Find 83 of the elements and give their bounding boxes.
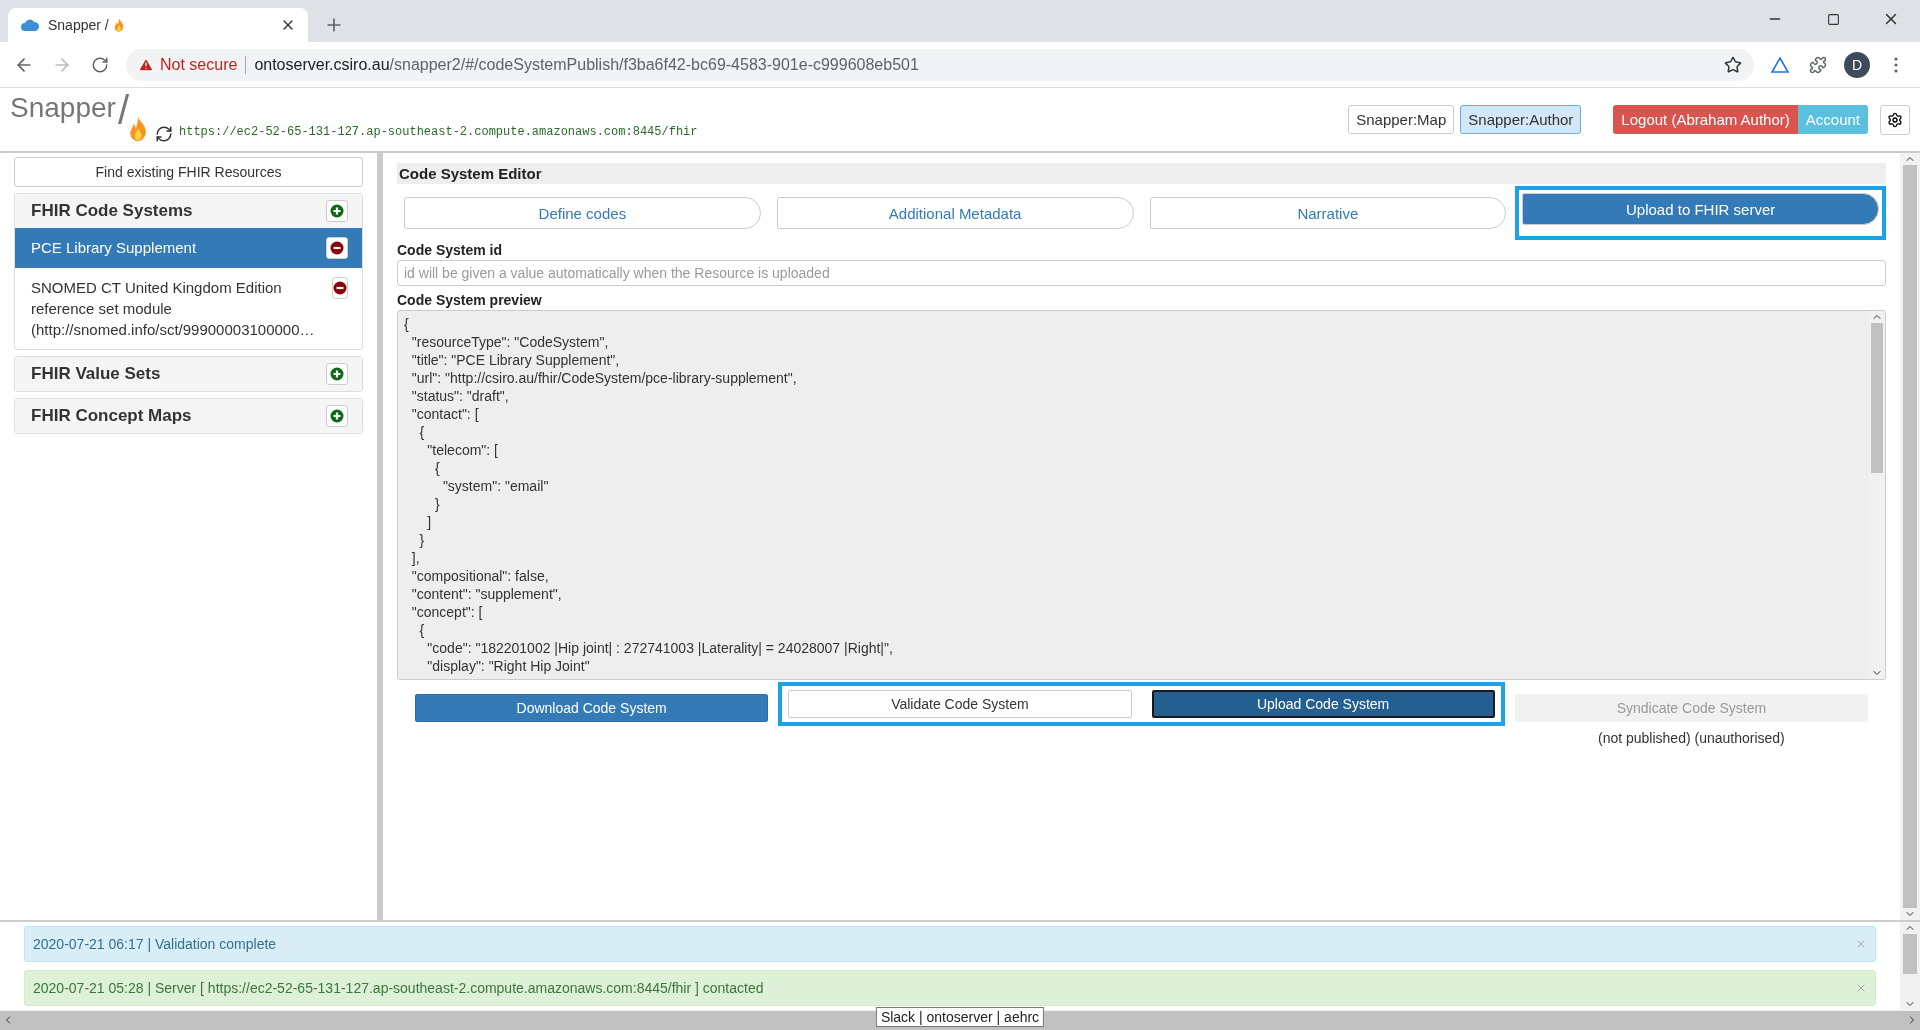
minus-circle-icon	[333, 281, 347, 295]
scrollbar[interactable]	[1869, 311, 1885, 679]
triangle-icon[interactable]	[1771, 56, 1789, 73]
preview-line: {	[418, 423, 426, 441]
panel-title: FHIR Value Sets	[31, 364, 161, 384]
restore-icon[interactable]	[1826, 12, 1840, 26]
preview-line: }	[418, 531, 426, 549]
nav-button[interactable]: Snapper:Map	[1348, 105, 1455, 134]
notification-text: 2020-07-21 06:17 | Validation complete	[33, 936, 277, 952]
link-tooltip: Slack | ontoserver | aehrc	[875, 1007, 1045, 1027]
scrollbar-thumb[interactable]	[1871, 323, 1883, 473]
menu-icon[interactable]	[1894, 56, 1898, 73]
scrollbar[interactable]	[1900, 153, 1920, 920]
preview-line: "compositional": false,	[410, 567, 550, 585]
star-icon[interactable]	[1724, 55, 1742, 74]
reload-icon[interactable]	[91, 55, 109, 74]
profile-avatar[interactable]: D	[1844, 51, 1870, 78]
server-url: https://ec2-52-65-131-127.ap-southeast-2.compute.amazonaws.com:8445/fhir	[179, 125, 698, 139]
security-label: Not secure	[160, 55, 238, 74]
scrollbar-thumb[interactable]	[1903, 934, 1917, 974]
preview-line: ]	[426, 513, 433, 531]
address-bar[interactable]: Not secure ontoserver.csiro.au/snapper2/#/codeSystemPublish/f3ba6f42-bc69-4583-901e-c999608eb501	[126, 48, 1754, 81]
editor-tab[interactable]: Narrative	[1149, 197, 1507, 229]
field-label: Code System preview	[397, 292, 543, 308]
preview-line: {	[434, 459, 441, 477]
sidebar-item[interactable]: SNOMED CT United Kingdom Edition reference set module (http://snomed.info/sct/99900003100000…	[15, 268, 362, 349]
add-button[interactable]	[326, 200, 348, 222]
preview-line: "title": "PCE Library Supplement",	[410, 351, 621, 369]
find-resources-button[interactable]: Find existing FHIR Resources	[14, 157, 363, 187]
plus-circle-icon	[330, 367, 344, 381]
preview-line: "url": "http://csiro.au/fhir/CodeSystem/pce-library-supplement",	[410, 369, 798, 387]
editor-tab[interactable]: Additional Metadata	[776, 197, 1134, 229]
settings-button[interactable]	[1880, 104, 1910, 135]
extensions-icon[interactable]	[1809, 55, 1827, 74]
logout-button[interactable]: Logout (Abraham Author)	[1613, 105, 1798, 134]
preview-line: "contact": [	[410, 405, 480, 423]
action-button[interactable]: Download Code System	[415, 694, 769, 722]
preview-line: }	[434, 495, 441, 513]
preview-line: "telecom": [	[426, 441, 499, 459]
editor-title: Code System Editor	[397, 163, 1886, 184]
settings-icon	[1887, 111, 1903, 128]
add-button[interactable]	[326, 363, 348, 385]
notification-text: 2020-07-21 05:28 | Server [ https://ec2-52-65-131-127.ap-southeast-2.compute.amazonaws.com:8445/fhir ] contacted	[33, 980, 764, 996]
minus-circle-icon	[330, 241, 344, 255]
panel-title: FHIR Code Systems	[31, 201, 193, 221]
remove-button[interactable]	[332, 277, 348, 299]
panel-title: FHIR Concept Maps	[31, 406, 192, 426]
id-input-field[interactable]: id will be given a value automatically when the Resource is uploaded	[397, 260, 1886, 286]
add-button[interactable]	[326, 405, 348, 427]
preview-line: ],	[410, 549, 421, 567]
plus-circle-icon	[330, 409, 344, 423]
preview-line: {	[404, 315, 410, 333]
scrollbar[interactable]	[1900, 922, 1920, 1010]
flame-icon	[112, 17, 125, 33]
nav-button[interactable]: Snapper:Author	[1460, 105, 1582, 134]
logo-slash: /	[117, 88, 129, 133]
tab-title: Snapper /	[48, 17, 109, 33]
scrollbar-thumb[interactable]	[1903, 165, 1917, 908]
preview-line: "system": "email"	[441, 477, 550, 495]
preview-line: "status": "draft",	[410, 387, 510, 405]
plus-circle-icon	[330, 204, 344, 218]
refresh-icon[interactable]	[155, 125, 173, 143]
preview-line: "display": "Right Hip Joint"	[426, 657, 591, 675]
sidebar-item[interactable]: PCE Library Supplement	[15, 228, 362, 268]
status-note: (not published) (unauthorised)	[1598, 730, 1785, 746]
preview-line: "content": "supplement",	[410, 585, 563, 603]
remove-button[interactable]	[326, 237, 348, 259]
warning-icon	[138, 56, 154, 73]
url-text: ontoserver.csiro.au/snapper2/#/codeSystemPublish/f3ba6f42-bc69-4583-901e-c999608eb501	[254, 55, 919, 74]
field-label: Code System id	[397, 242, 504, 258]
preview-line: "code": "182201002 |Hip joint| : 272741003 |Laterality| = 24028007 |Right|",	[426, 639, 894, 657]
preview-line: "resourceType": "CodeSystem",	[410, 333, 610, 351]
app-logo: Snapper	[10, 92, 116, 124]
editor-tab[interactable]: Upload to FHIR server	[1522, 193, 1879, 225]
flame-icon	[127, 115, 149, 142]
editor-tab[interactable]: Define codes	[404, 197, 761, 229]
action-button[interactable]: Validate Code System	[788, 690, 1132, 718]
horizontal-scrollbar[interactable]: Slack | ontoserver | aehrc	[0, 1010, 1920, 1030]
preview-line: {	[418, 621, 426, 639]
browser-tab[interactable]: Snapper /	[8, 8, 308, 42]
cloud-icon	[20, 18, 40, 32]
preview-line: "concept": [	[410, 603, 484, 621]
action-button[interactable]: Upload Code System	[1151, 690, 1495, 718]
